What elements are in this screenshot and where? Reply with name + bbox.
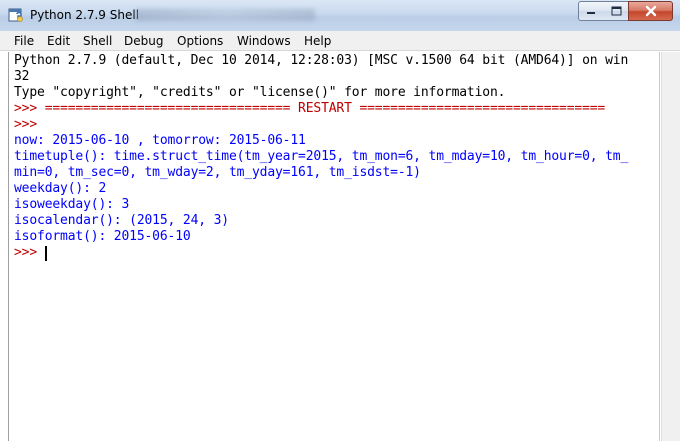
close-button[interactable]: [628, 1, 673, 21]
blurred-file-path: [135, 9, 315, 21]
menu-bar: File Edit Shell Debug Options Windows He…: [0, 31, 680, 51]
maximize-icon: [611, 6, 621, 16]
vertical-scrollbar[interactable]: [661, 52, 680, 441]
output-line: now: 2015-06-10 , tomorrow: 2015-06-11: [14, 133, 306, 148]
output-line: timetuple(): time.struct_time(tm_year=20…: [14, 149, 629, 164]
output-line: weekday(): 2: [14, 181, 107, 196]
restart-line: >>> ================================ RES…: [14, 101, 606, 116]
minimize-icon: [587, 12, 595, 14]
python-shell-window: Python 2.7.9 Shell File Edit Shell Debug…: [0, 0, 680, 441]
title-bar[interactable]: Python 2.7.9 Shell: [0, 0, 680, 31]
banner-info-line: Type "copyright", "credits" or "license(…: [14, 85, 506, 100]
maximize-button[interactable]: [603, 1, 629, 21]
menu-file[interactable]: File: [13, 33, 35, 49]
output-line: isocalendar(): (2015, 24, 3): [14, 213, 229, 228]
python-idle-icon: [8, 8, 23, 22]
banner-line: Python 2.7.9 (default, Dec 10 2014, 12:2…: [14, 53, 629, 68]
menu-windows[interactable]: Windows: [236, 33, 292, 49]
menu-edit[interactable]: Edit: [46, 33, 71, 49]
minimize-button[interactable]: [578, 1, 604, 21]
close-icon: [645, 5, 656, 17]
active-prompt[interactable]: >>>: [14, 245, 45, 261]
menu-debug[interactable]: Debug: [123, 33, 164, 49]
output-line: min=0, tm_sec=0, tm_wday=2, tm_yday=161,…: [14, 165, 421, 180]
menu-help[interactable]: Help: [303, 33, 332, 49]
window-title: Python 2.7.9 Shell: [30, 8, 140, 22]
output-line: isoweekday(): 3: [14, 197, 130, 212]
shell-text-area[interactable]: Python 2.7.9 (default, Dec 10 2014, 12:2…: [8, 52, 660, 441]
menu-options[interactable]: Options: [176, 33, 224, 49]
menu-shell[interactable]: Shell: [82, 33, 113, 49]
text-cursor: [45, 246, 47, 261]
banner-line-wrap: 32: [14, 69, 30, 84]
output-line: isoformat(): 2015-06-10: [14, 229, 191, 244]
prompt-line: >>>: [14, 117, 45, 132]
